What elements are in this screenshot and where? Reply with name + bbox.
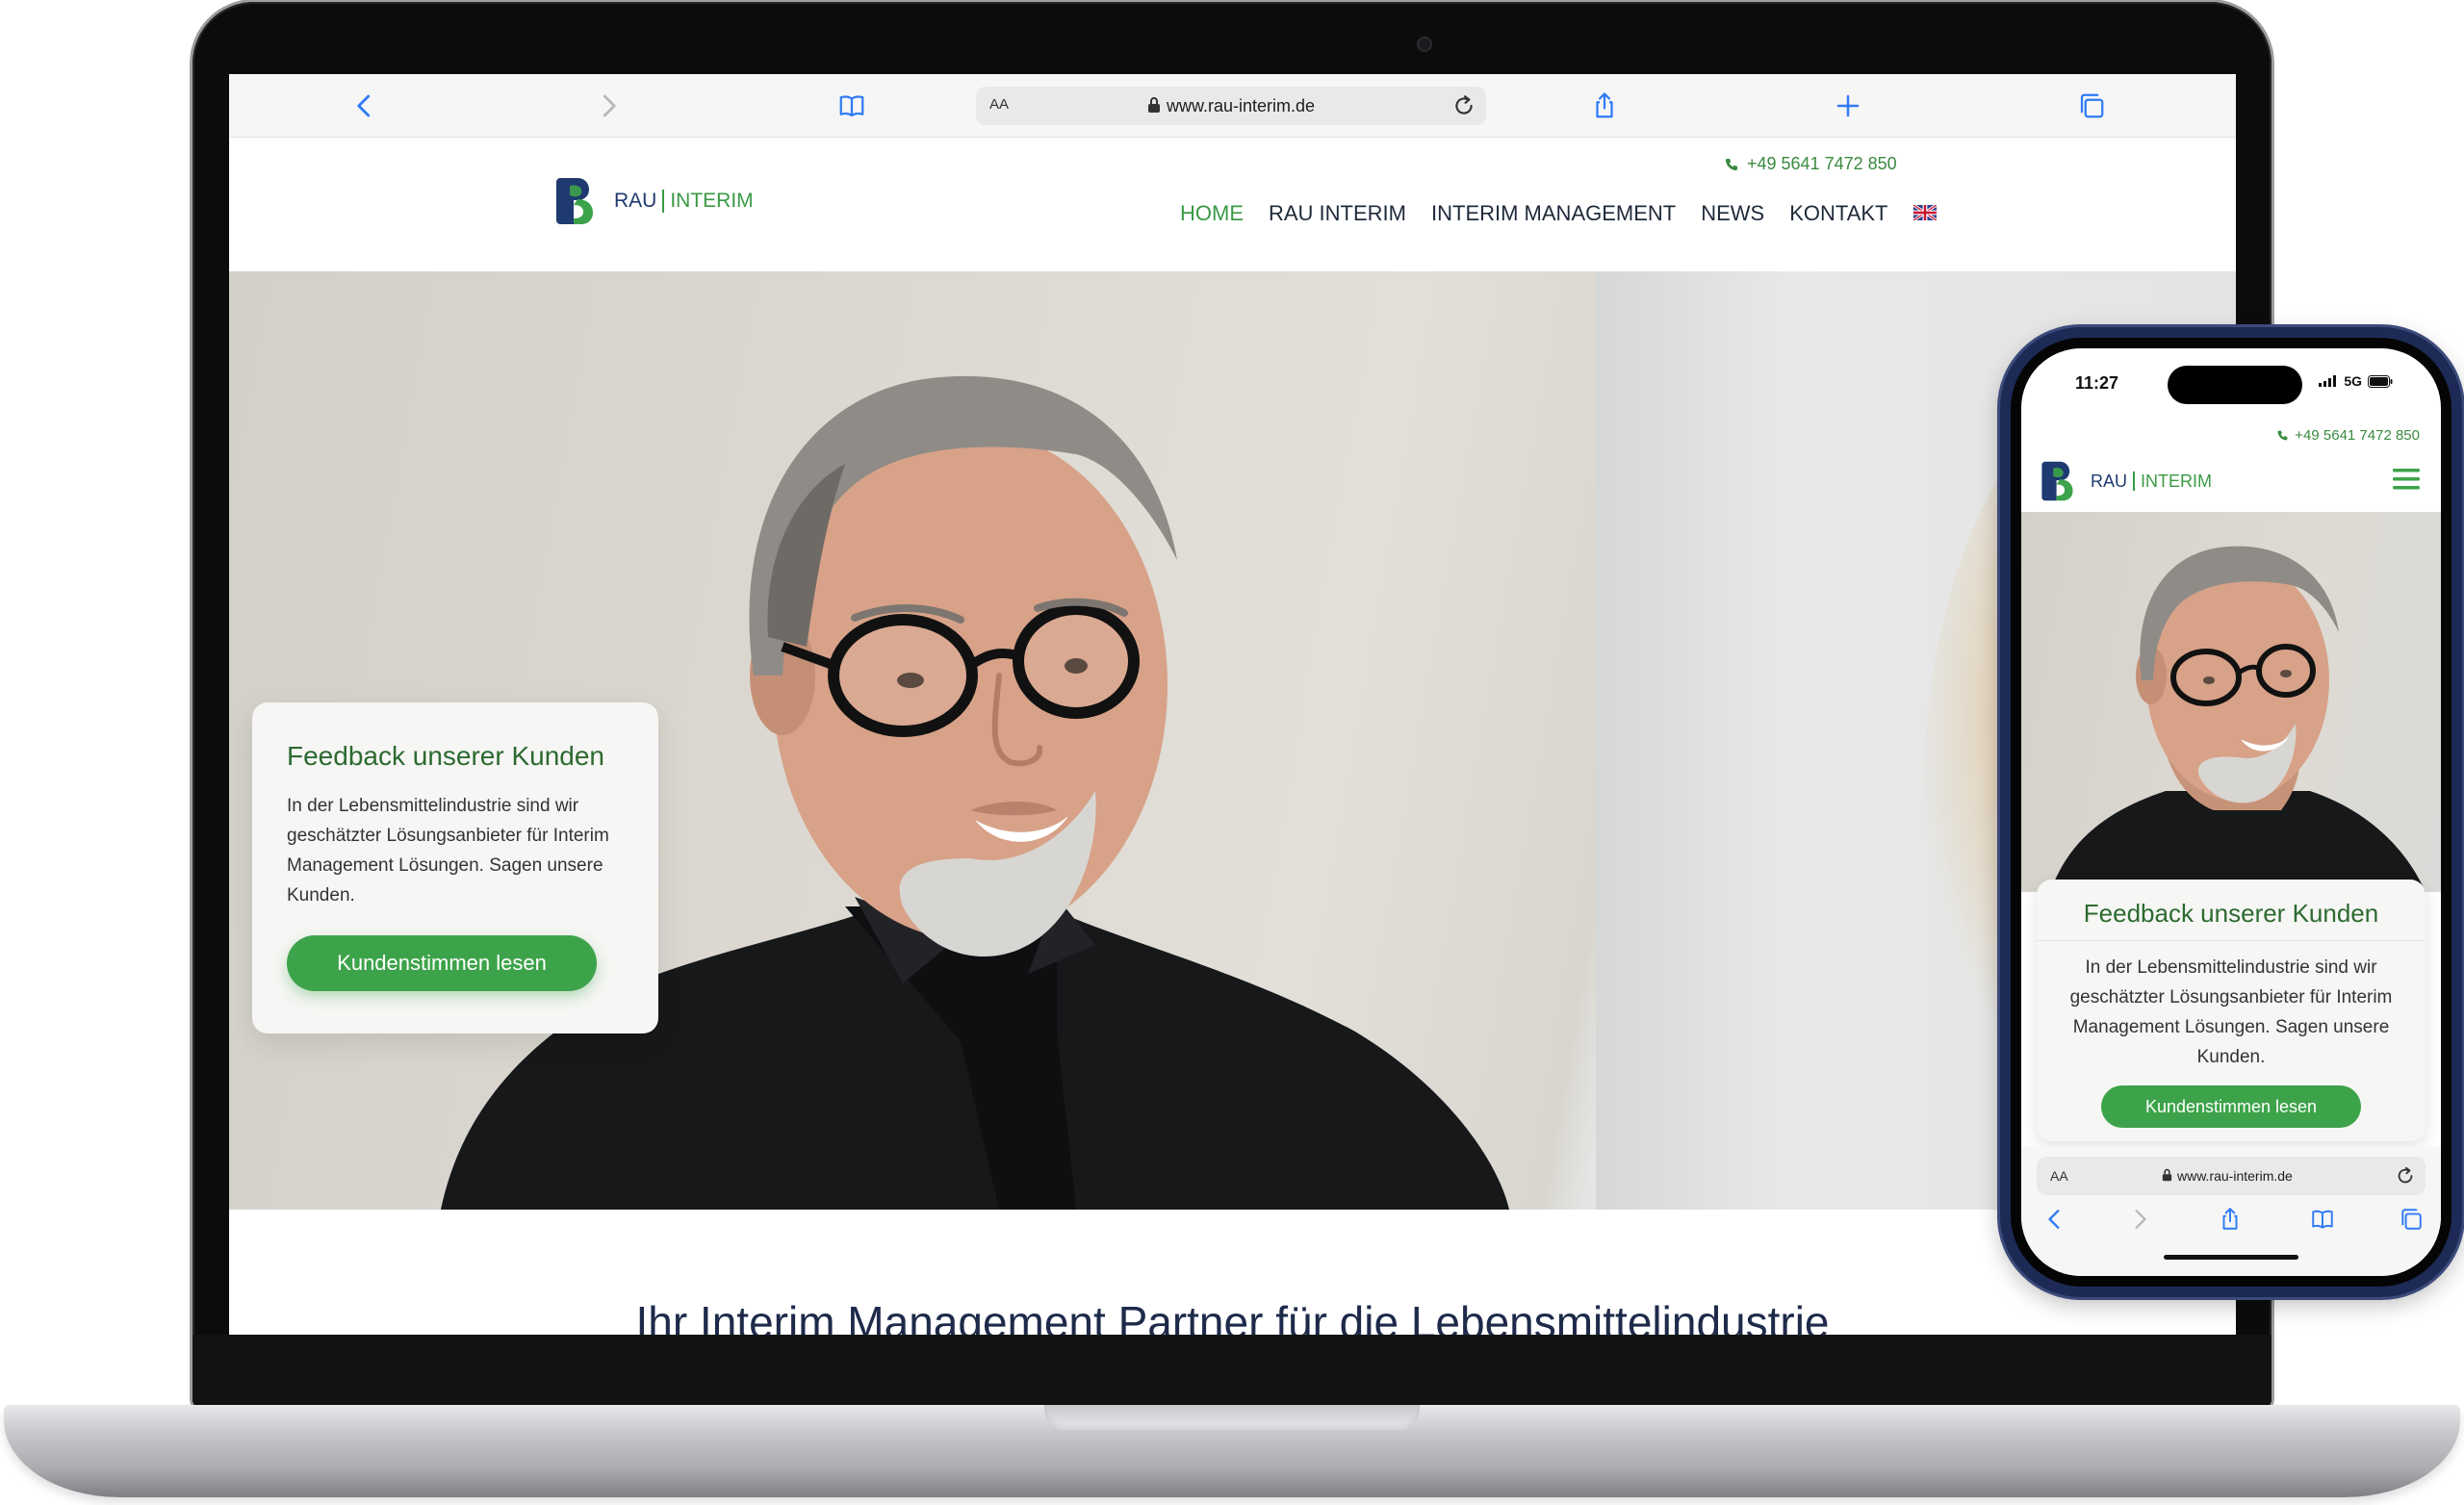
mobile-logo-wordmark: RAU INTERIM	[2091, 472, 2212, 492]
logo-part-rau: RAU	[2091, 471, 2128, 491]
address-url-text: www.rau-interim.de	[1167, 96, 1316, 115]
battery-icon	[2368, 374, 2393, 388]
forward-chevron-icon[interactable]	[2125, 1205, 2154, 1234]
lock-icon	[2162, 1168, 2172, 1182]
share-icon[interactable]	[1588, 89, 1621, 122]
status-time: 11:27	[2075, 373, 2119, 393]
phone-icon	[2277, 430, 2288, 441]
mobile-feedback-card-title: Feedback unserer Kunden	[2083, 899, 2379, 928]
phone-frame: 11:27 5G +49 5641 7472 850 RAU INTERIM F…	[2000, 327, 2462, 1297]
desktop-browser-toolbar: AA www.rau-interim.de	[229, 74, 2236, 138]
mobile-hero-portrait-image	[2050, 546, 2426, 892]
desktop-browser-window: AA www.rau-interim.de +49 5641 7472 850 …	[229, 74, 2236, 1335]
mobile-read-testimonials-button[interactable]: Kundenstimmen lesen	[2101, 1085, 2361, 1128]
reload-icon[interactable]	[1451, 93, 1476, 118]
read-testimonials-button[interactable]: Kundenstimmen lesen	[287, 935, 597, 991]
mobile-header-phone[interactable]: +49 5641 7472 850	[2276, 427, 2420, 444]
mobile-browser-toolbar: AA www.rau-interim.de	[2021, 1147, 2441, 1276]
reader-aa-button[interactable]: AA	[989, 96, 1009, 113]
forward-chevron-icon[interactable]	[592, 89, 625, 122]
logo-separator	[2133, 472, 2136, 491]
camera-icon	[1417, 37, 1432, 52]
desktop-address-bar[interactable]: AA www.rau-interim.de	[976, 87, 1486, 125]
section-headline: Ihr Interim Management Partner für die L…	[635, 1297, 1830, 1335]
mobile-browser-window: 11:27 5G +49 5641 7472 850 RAU INTERIM F…	[2021, 348, 2441, 1276]
logo-mark-icon	[552, 176, 603, 226]
header-phone[interactable]: +49 5641 7472 850	[1724, 154, 1897, 174]
feedback-card: Feedback unserer Kunden In der Lebensmit…	[252, 702, 658, 1033]
header-phone-number: +49 5641 7472 850	[1747, 154, 1897, 173]
mobile-header-phone-number: +49 5641 7472 850	[2295, 427, 2420, 444]
network-type: 5G	[2344, 373, 2362, 389]
bookmarks-book-icon[interactable]	[2308, 1205, 2337, 1234]
mobile-address-url-text: www.rau-interim.de	[2177, 1168, 2293, 1184]
laptop-bezel-bottom	[192, 1335, 2272, 1409]
feedback-card-text: In der Lebensmittelindustrie sind wir ge…	[287, 796, 609, 906]
mobile-address-bar[interactable]: AA www.rau-interim.de	[2037, 1157, 2426, 1195]
nav-item-kontakt[interactable]: KONTAKT	[1789, 201, 1887, 226]
mobile-feedback-card-text: In der Lebensmittelindustrie sind wir ge…	[2069, 957, 2393, 1067]
logo-part-rau: RAU	[614, 190, 657, 212]
share-icon[interactable]	[2216, 1205, 2245, 1234]
tabs-overview-icon[interactable]	[2397, 1205, 2426, 1234]
reader-aa-button[interactable]: AA	[2050, 1168, 2068, 1184]
phone-icon	[1726, 158, 1737, 170]
nav-item-news[interactable]: NEWS	[1701, 201, 1764, 226]
back-chevron-icon[interactable]	[348, 89, 381, 122]
logo-part-interim: INTERIM	[670, 190, 754, 212]
signal-bars-icon	[2319, 375, 2337, 387]
logo-separator	[662, 190, 665, 213]
hamburger-menu-icon[interactable]	[2393, 468, 2420, 491]
status-indicators: 5G	[2319, 373, 2393, 389]
nav-item-home[interactable]: HOME	[1180, 201, 1244, 226]
nav-item-rau-interim[interactable]: RAU INTERIM	[1269, 201, 1406, 226]
logo-wordmark: RAU INTERIM	[614, 190, 754, 213]
nav-item-interim-management[interactable]: INTERIM MANAGEMENT	[1431, 201, 1676, 226]
home-indicator[interactable]	[2164, 1255, 2298, 1260]
uk-flag-language-icon[interactable]	[1912, 205, 1937, 220]
lock-icon	[1148, 97, 1160, 113]
mobile-hero-section	[2021, 512, 2441, 892]
logo-mark-icon	[2041, 461, 2073, 501]
dynamic-island	[2168, 366, 2302, 404]
back-chevron-icon[interactable]	[2040, 1205, 2069, 1234]
card-divider	[2037, 940, 2426, 941]
mobile-feedback-card: Feedback unserer Kunden In der Lebensmit…	[2037, 880, 2426, 1141]
main-navigation: HOME RAU INTERIM INTERIM MANAGEMENT NEWS…	[1180, 201, 1937, 226]
new-tab-plus-icon[interactable]	[1832, 89, 1864, 122]
feedback-card-title: Feedback unserer Kunden	[287, 741, 604, 771]
tabs-overview-icon[interactable]	[2075, 89, 2108, 122]
bookmarks-book-icon[interactable]	[835, 89, 868, 122]
mobile-site-logo[interactable]: RAU INTERIM	[2039, 460, 2212, 502]
reload-icon[interactable]	[2395, 1165, 2416, 1186]
mobile-toolbar-buttons	[2021, 1205, 2441, 1239]
laptop-open-notch	[1044, 1405, 1420, 1430]
hero-section: Feedback unserer Kunden In der Lebensmit…	[229, 271, 2236, 1210]
logo-part-interim: INTERIM	[2141, 471, 2213, 491]
site-logo[interactable]: RAU INTERIM	[552, 176, 754, 226]
